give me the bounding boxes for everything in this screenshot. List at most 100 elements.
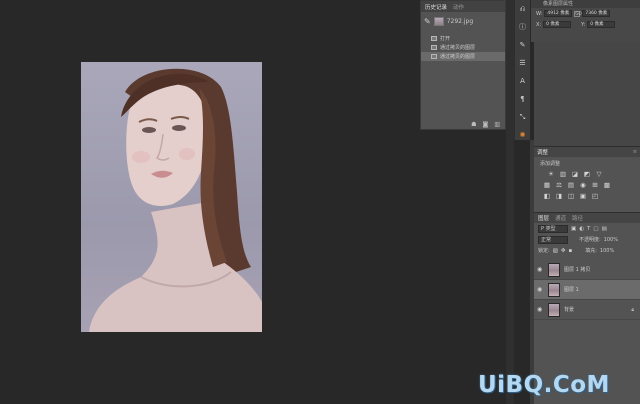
y-field[interactable]: 0 像素 (587, 21, 616, 28)
adjustments-panel: 调整 ≡ 添加调整 ☀ ▥ ◪ ◩ ▽ ▦ ⚖ ▤ ◉ ⊞ ▩ ◧ ◨ ◫ ▣ … (534, 146, 640, 212)
properties-pos-row: X: 0 像素 Y: 0 像素 (531, 19, 640, 30)
lock-icon: 🔒︎ (631, 306, 634, 313)
brightness-contrast-icon[interactable]: ☀ (547, 170, 555, 178)
width-field[interactable]: 4912 像素 (544, 10, 573, 17)
opacity-label: 不透明度: (579, 237, 601, 243)
lock-label: 锁定: (538, 248, 550, 254)
layer-filter-row: P 类型 ▣ ◐ T ▢ ▤ (534, 223, 640, 234)
layer-lock-row: 锁定: ▧ ✥ ▪ 填充: 100% (534, 245, 640, 256)
filter-adjust-icon[interactable]: ◐ (579, 226, 584, 232)
visibility-eye-icon[interactable]: ◉ (537, 306, 544, 313)
history-brush-icon[interactable]: ✎ (424, 17, 431, 26)
hue-saturation-icon[interactable]: ▦ (543, 181, 551, 189)
adjustments-row: ◧ ◨ ◫ ▣ ◰ (534, 190, 640, 201)
trash-icon[interactable]: ▥ (494, 121, 500, 128)
filter-type-icon[interactable]: T (587, 226, 590, 232)
snapshot-thumbnail (433, 16, 444, 26)
history-item-selected[interactable]: 通过拷贝的图层 (421, 52, 505, 61)
height-field[interactable]: 7360 像素 (582, 10, 611, 17)
tab-layers[interactable]: 图层 (538, 214, 549, 222)
y-label: Y: (581, 21, 586, 28)
levels-icon[interactable]: ▥ (559, 170, 567, 178)
paragraph-icon[interactable]: ¶ (515, 90, 530, 108)
properties-size-row: W: 4912 像素 GO 7360 像素 (531, 8, 640, 19)
x-label: X: (536, 21, 542, 28)
transform-icon[interactable]: ⤡ (515, 108, 530, 126)
opacity-value[interactable]: 100% (604, 237, 618, 243)
channel-mixer-icon[interactable]: ⊞ (591, 181, 599, 189)
camera-icon[interactable]: ◙ (483, 121, 489, 128)
visibility-eye-icon[interactable]: ◉ (537, 286, 544, 293)
adjustments-row: ☀ ▥ ◪ ◩ ▽ (534, 168, 640, 179)
layer-thumbnail (548, 282, 560, 297)
layer-thumbnail (548, 262, 560, 277)
tab-channels[interactable]: 通道 (555, 214, 566, 222)
brush-icon[interactable]: ✎ (515, 36, 530, 54)
history-item[interactable]: 打开 (421, 34, 505, 43)
color-balance-icon[interactable]: ⚖ (555, 181, 563, 189)
history-footer: ☗ ◙ ▥ (421, 119, 505, 129)
history-panel-icon[interactable]: ⎌ (515, 0, 530, 18)
tab-history[interactable]: 历史记录 (425, 3, 447, 11)
new-snapshot-icon[interactable]: ☗ (471, 121, 476, 128)
canvas-scroll-gutter (506, 0, 514, 404)
history-state-icon (431, 45, 437, 50)
lock-position-icon[interactable]: ✥ (561, 248, 566, 254)
filter-pixel-icon[interactable]: ▣ (571, 226, 576, 232)
adjustments-title: 添加调整 (540, 161, 561, 167)
photo-filter-icon[interactable]: ◉ (579, 181, 587, 189)
tab-adjustments[interactable]: 调整 (537, 148, 548, 156)
portrait-photo[interactable] (81, 62, 262, 332)
adjustments-row: ▦ ⚖ ▤ ◉ ⊞ ▩ (534, 179, 640, 190)
layer-blend-row: 正常 不透明度: 100% (534, 234, 640, 245)
fill-value[interactable]: 100% (600, 248, 614, 254)
link-dimensions-icon[interactable]: GO (574, 10, 582, 17)
black-white-icon[interactable]: ▤ (567, 181, 575, 189)
posterize-icon[interactable]: ◨ (555, 192, 563, 200)
color-lookup-icon[interactable]: ▩ (603, 181, 611, 189)
properties-panel: 像素图层属性 W: 4912 像素 GO 7360 像素 X: 0 像素 Y: … (531, 0, 640, 42)
filter-shape-icon[interactable]: ▢ (593, 226, 598, 232)
layer-row[interactable]: ◉ 图层 1 拷贝 (534, 260, 640, 280)
filter-smart-icon[interactable]: ▤ (602, 226, 607, 232)
3d-icon[interactable]: ✺ (515, 126, 530, 144)
history-tabs: 历史记录 动作 (421, 1, 505, 12)
selective-color-icon[interactable]: ◰ (591, 192, 599, 200)
layer-thumbnail (548, 302, 560, 317)
x-field[interactable]: 0 像素 (543, 21, 572, 28)
layer-name[interactable]: 背景 (564, 306, 574, 313)
tab-actions[interactable]: 动作 (453, 3, 464, 11)
history-snapshot[interactable]: ✎ 7292.jpg (421, 14, 505, 28)
gradient-map-icon[interactable]: ▣ (579, 192, 587, 200)
exposure-icon[interactable]: ◩ (583, 170, 591, 178)
curves-icon[interactable]: ◪ (571, 170, 579, 178)
lock-all-icon[interactable]: ▪ (569, 248, 573, 254)
fill-label: 填充: (585, 248, 597, 254)
tab-paths[interactable]: 路径 (572, 214, 583, 222)
sliders-icon[interactable]: ☰ (515, 54, 530, 72)
history-state-icon (431, 54, 437, 59)
panel-menu-icon[interactable]: ≡ (633, 149, 637, 155)
history-item-label: 通过拷贝的图层 (440, 54, 476, 60)
threshold-icon[interactable]: ◫ (567, 192, 575, 200)
layer-row-selected[interactable]: ◉ 图层 1 (534, 280, 640, 300)
history-item[interactable]: 通过拷贝的图层 (421, 43, 505, 52)
visibility-eye-icon[interactable]: ◉ (537, 266, 544, 273)
panel-icon-strip: ⎌ ⓘ ✎ ☰ A ¶ ⤡ ✺ (514, 0, 530, 140)
vibrance-icon[interactable]: ▽ (595, 170, 603, 178)
properties-header: 像素图层属性 (531, 0, 640, 8)
snapshot-name: 7292.jpg (446, 17, 474, 25)
site-watermark: UiBQ.CoM (478, 372, 610, 398)
blend-mode-select[interactable]: 正常 (538, 235, 568, 244)
history-list: 打开 通过拷贝的图层 通过拷贝的图层 (421, 34, 505, 61)
layer-name[interactable]: 图层 1 拷贝 (564, 266, 590, 273)
info-icon[interactable]: ⓘ (515, 18, 530, 36)
invert-icon[interactable]: ◧ (543, 192, 551, 200)
layer-kind-filter[interactable]: P 类型 (538, 224, 568, 233)
character-icon[interactable]: A (515, 72, 530, 90)
history-item-label: 通过拷贝的图层 (440, 45, 476, 51)
adjustments-tabs: 调整 (534, 147, 640, 157)
lock-pixels-icon[interactable]: ▧ (553, 248, 558, 254)
layer-row[interactable]: ◉ 背景 🔒︎ (534, 300, 640, 320)
layer-name[interactable]: 图层 1 (564, 286, 579, 293)
